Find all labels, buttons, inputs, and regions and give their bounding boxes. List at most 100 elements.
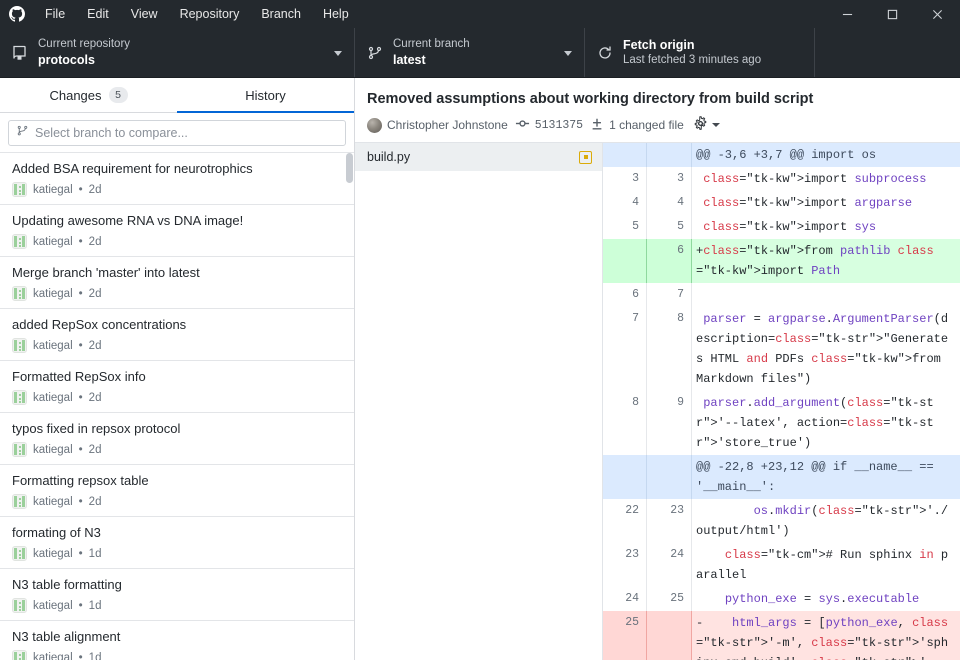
diff-code-line: parser.add_argument(class="tk-str">'--la… xyxy=(691,391,960,455)
commit-sha-value: 5131375 xyxy=(534,118,584,132)
commit-item-title: added RepSox concentrations xyxy=(12,317,187,332)
window-controls xyxy=(825,0,960,28)
chevron-down-icon xyxy=(711,123,720,127)
main-toolbar: Current repository protocols Current bra… xyxy=(0,28,960,78)
commit-list-scroll-thumb[interactable] xyxy=(346,153,353,183)
avatar xyxy=(12,390,27,405)
changed-files-label: 1 changed file xyxy=(609,118,684,132)
diff-old-line-number: 25 xyxy=(603,611,647,660)
changed-file-name: build.py xyxy=(367,150,411,164)
diff-new-line-number: 23 xyxy=(647,499,691,543)
menu-item-help[interactable]: Help xyxy=(312,2,360,26)
fetch-subtitle: Last fetched 3 minutes ago xyxy=(623,54,762,67)
commit-list-item[interactable]: typos fixed in repsox protocol katiegal • 2… xyxy=(0,413,354,465)
commit-item-author: katiegal xyxy=(33,183,73,196)
menu-item-branch[interactable]: Branch xyxy=(250,2,312,26)
main-panel: Removed assumptions about working direct… xyxy=(355,78,960,660)
repository-label: Current repository xyxy=(38,37,131,50)
avatar xyxy=(367,117,382,133)
commit-item-author: katiegal xyxy=(33,287,73,300)
changes-count-badge: 5 xyxy=(108,87,128,103)
commit-item-age: 2d xyxy=(88,287,102,300)
diff-code-line: +class="tk-kw">from pathlib class="tk-kw… xyxy=(691,239,960,283)
sidebar: Changes 5 History Added BSA requirement … xyxy=(0,78,355,660)
sync-icon xyxy=(597,45,623,61)
current-repository-button[interactable]: Current repository protocols xyxy=(0,28,355,77)
diff-old-line-number xyxy=(603,143,647,167)
commit-list-item[interactable]: added RepSox concentrations katiegal • 2d xyxy=(0,309,354,361)
chevron-down-icon xyxy=(564,50,572,56)
title-bar: File Edit View Repository Branch Help xyxy=(0,0,960,28)
menu-item-repository[interactable]: Repository xyxy=(169,2,251,26)
commit-list-item[interactable]: Added BSA requirement for neurotrophics k… xyxy=(0,153,354,205)
tab-changes[interactable]: Changes 5 xyxy=(0,78,177,112)
diff-code-line: class="tk-cm"># Run sphinx in parallel xyxy=(691,543,960,587)
diff-line: 6 +class="tk-kw">from pathlib class="tk-k… xyxy=(603,239,960,283)
commit-item-meta: katiegal • 2d xyxy=(12,234,342,249)
menu-item-edit[interactable]: Edit xyxy=(76,2,120,26)
diff-viewer[interactable]: @@ -3,6 +3,7 @@ import os 3 3 class="tk-kw… xyxy=(603,143,960,660)
commit-list-scrollbar[interactable] xyxy=(345,153,354,660)
commit-list-item[interactable]: Merge branch 'master' into latest katiega… xyxy=(0,257,354,309)
commit-item-author: katiegal xyxy=(33,391,73,404)
diff-old-line-number: 23 xyxy=(603,543,647,587)
branch-icon xyxy=(367,45,393,61)
avatar xyxy=(12,442,27,457)
commit-list-item[interactable]: N3 table formatting katiegal • 1d xyxy=(0,569,354,621)
tab-history[interactable]: History xyxy=(177,78,354,113)
commit-list-item[interactable]: N3 table alignment katiegal • 1d xyxy=(0,621,354,660)
app-body: Changes 5 History Added BSA requirement … xyxy=(0,78,960,660)
diff-old-line-number: 4 xyxy=(603,191,647,215)
file-status-modified-icon xyxy=(579,150,592,164)
changed-file-row[interactable]: build.py xyxy=(355,143,602,171)
commit-list-item[interactable]: Updating awesome RNA vs DNA image! katieg… xyxy=(0,205,354,257)
avatar xyxy=(12,234,27,249)
menu-item-file[interactable]: File xyxy=(34,2,76,26)
diff-code-line xyxy=(691,283,960,307)
commit-list-item[interactable]: formating of N3 katiegal • 1d xyxy=(0,517,354,569)
compare-branch-box[interactable] xyxy=(8,120,346,146)
diff-line: 44 class="tk-kw">import argparse xyxy=(603,191,960,215)
commit-item-title: N3 table formatting xyxy=(12,577,122,592)
meta-separator: • xyxy=(78,547,83,560)
menu-item-view[interactable]: View xyxy=(120,2,169,26)
diff-old-line-number: 22 xyxy=(603,499,647,543)
diff-code-line: class="tk-kw">import sys xyxy=(691,215,960,239)
diff-line: 67 xyxy=(603,283,960,307)
meta-separator: • xyxy=(78,391,83,404)
diff-new-line-number xyxy=(647,455,691,499)
diff-code-line: - html_args = [python_exe, class="tk-str… xyxy=(691,611,960,660)
commit-item-meta: katiegal • 1d xyxy=(12,650,342,660)
minimize-button[interactable] xyxy=(825,0,870,28)
meta-separator: • xyxy=(78,443,83,456)
commit-item-meta: katiegal • 2d xyxy=(12,390,342,405)
commit-sha[interactable]: 5131375 xyxy=(515,116,583,134)
commit-list-item[interactable]: Formatted RepSox info katiegal • 2d xyxy=(0,361,354,413)
avatar xyxy=(12,546,27,561)
diff-line: 55 class="tk-kw">import sys xyxy=(603,215,960,239)
diff-code-line: python_exe = sys.executable xyxy=(691,587,960,611)
close-button[interactable] xyxy=(915,0,960,28)
menu-bar: File Edit View Repository Branch Help xyxy=(34,2,360,26)
commit-list-item[interactable]: Formatting repsox table katiegal • 2d xyxy=(0,465,354,517)
avatar xyxy=(12,182,27,197)
changed-file-list[interactable]: build.py xyxy=(355,143,603,660)
maximize-button[interactable] xyxy=(870,0,915,28)
diff-options-button[interactable] xyxy=(693,116,720,134)
repository-icon xyxy=(12,45,38,61)
compare-branch-input[interactable] xyxy=(35,126,338,140)
meta-separator: • xyxy=(78,287,83,300)
commit-item-author: katiegal xyxy=(33,599,73,612)
diff-new-line-number xyxy=(647,143,691,167)
diff-icon xyxy=(590,117,604,134)
diff-new-line-number: 7 xyxy=(647,283,691,307)
commit-summary: Removed assumptions about working direct… xyxy=(367,91,814,107)
fetch-origin-button[interactable]: Fetch origin Last fetched 3 minutes ago xyxy=(585,28,815,77)
branch-name: latest xyxy=(393,52,426,67)
commit-item-age: 1d xyxy=(88,599,102,612)
commit-item-title: Updating awesome RNA vs DNA image! xyxy=(12,213,244,228)
diff-code-line: parser = argparse.ArgumentParser(descrip… xyxy=(691,307,960,391)
commit-list[interactable]: Added BSA requirement for neurotrophics k… xyxy=(0,152,354,660)
diff-line: 25 - html_args = [python_exe, class="tk-s… xyxy=(603,611,960,660)
current-branch-button[interactable]: Current branch latest xyxy=(355,28,585,77)
